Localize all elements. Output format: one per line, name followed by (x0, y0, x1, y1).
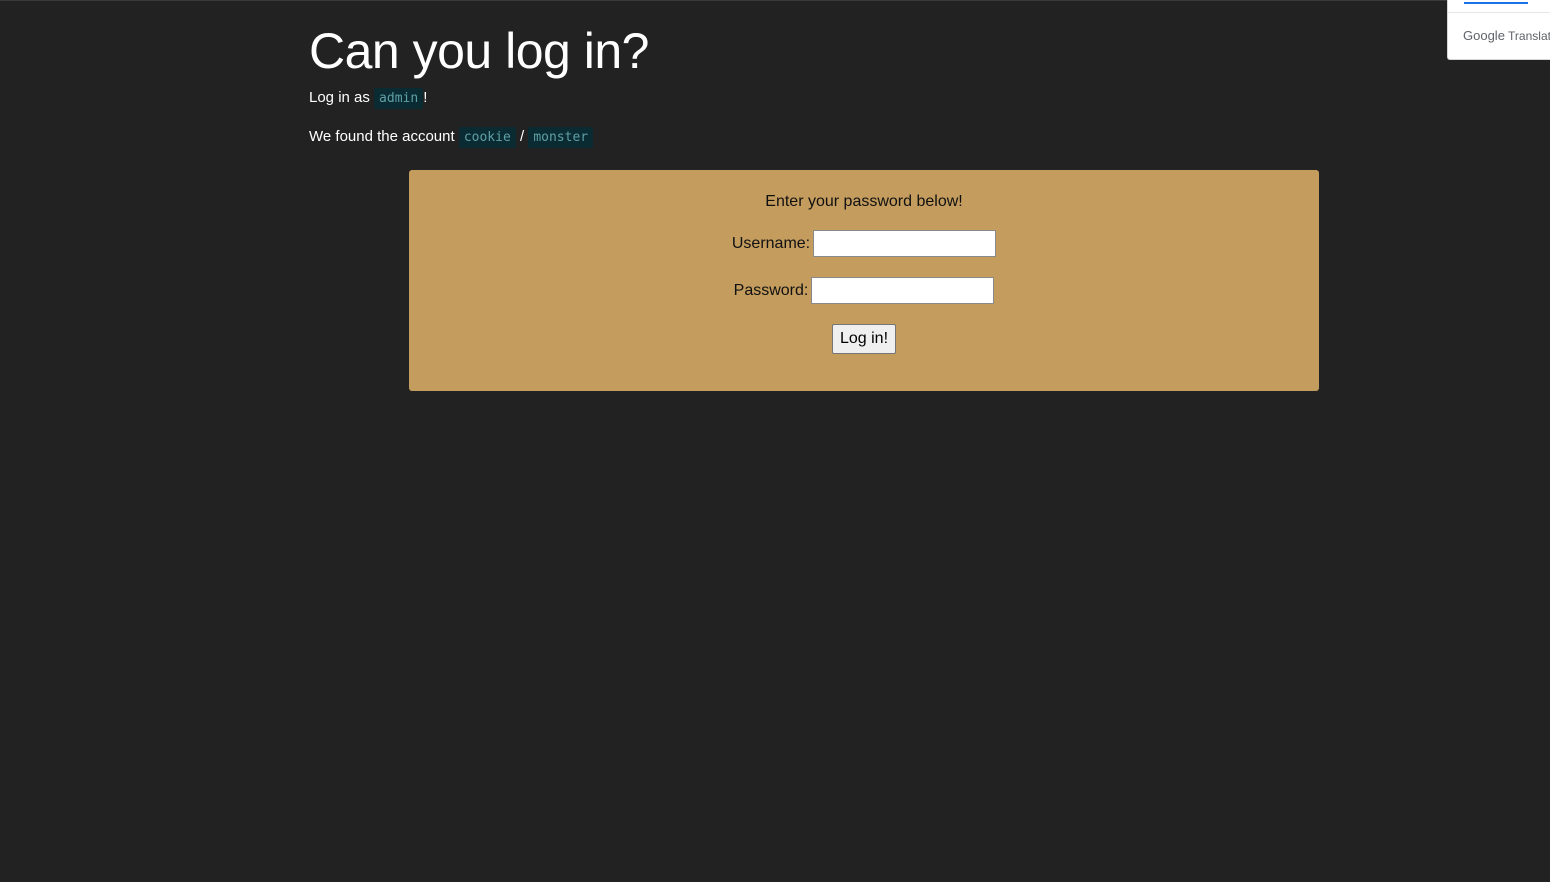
google-logo: Google (1463, 28, 1505, 43)
login-button[interactable]: Log in! (831, 324, 897, 354)
found-account-separator: / (515, 128, 529, 145)
page-title: Can you log in? (309, 23, 649, 79)
target-username-code: admin (374, 88, 424, 109)
found-account-prefix: We found the account (309, 128, 459, 145)
translate-tab-indicator (1464, 2, 1528, 4)
username-input[interactable] (813, 230, 997, 257)
google-translate-widget[interactable]: Google Translate (1447, 0, 1550, 60)
login-instruction-suffix: ! (423, 89, 428, 106)
password-row: Password: (409, 277, 1319, 304)
top-border (0, 0, 1550, 1)
login-instruction: Log in as admin! (309, 88, 427, 109)
login-instruction-prefix: Log in as (309, 89, 375, 106)
login-form: Enter your password below! Username: Pas… (409, 170, 1319, 391)
translate-label: Translate (1508, 29, 1550, 43)
username-row: Username: (409, 230, 1319, 257)
username-label: Username: (731, 234, 811, 252)
found-password-code: monster (528, 127, 594, 148)
password-input[interactable] (811, 277, 995, 304)
form-title: Enter your password below! (765, 193, 963, 210)
submit-row: Log in! (409, 324, 1319, 354)
found-account-text: We found the account cookie / monster (309, 127, 594, 148)
translate-divider (1448, 12, 1550, 13)
password-label: Password: (733, 281, 809, 299)
translate-branding: Google Translate (1463, 28, 1550, 43)
found-username-code: cookie (458, 127, 516, 148)
